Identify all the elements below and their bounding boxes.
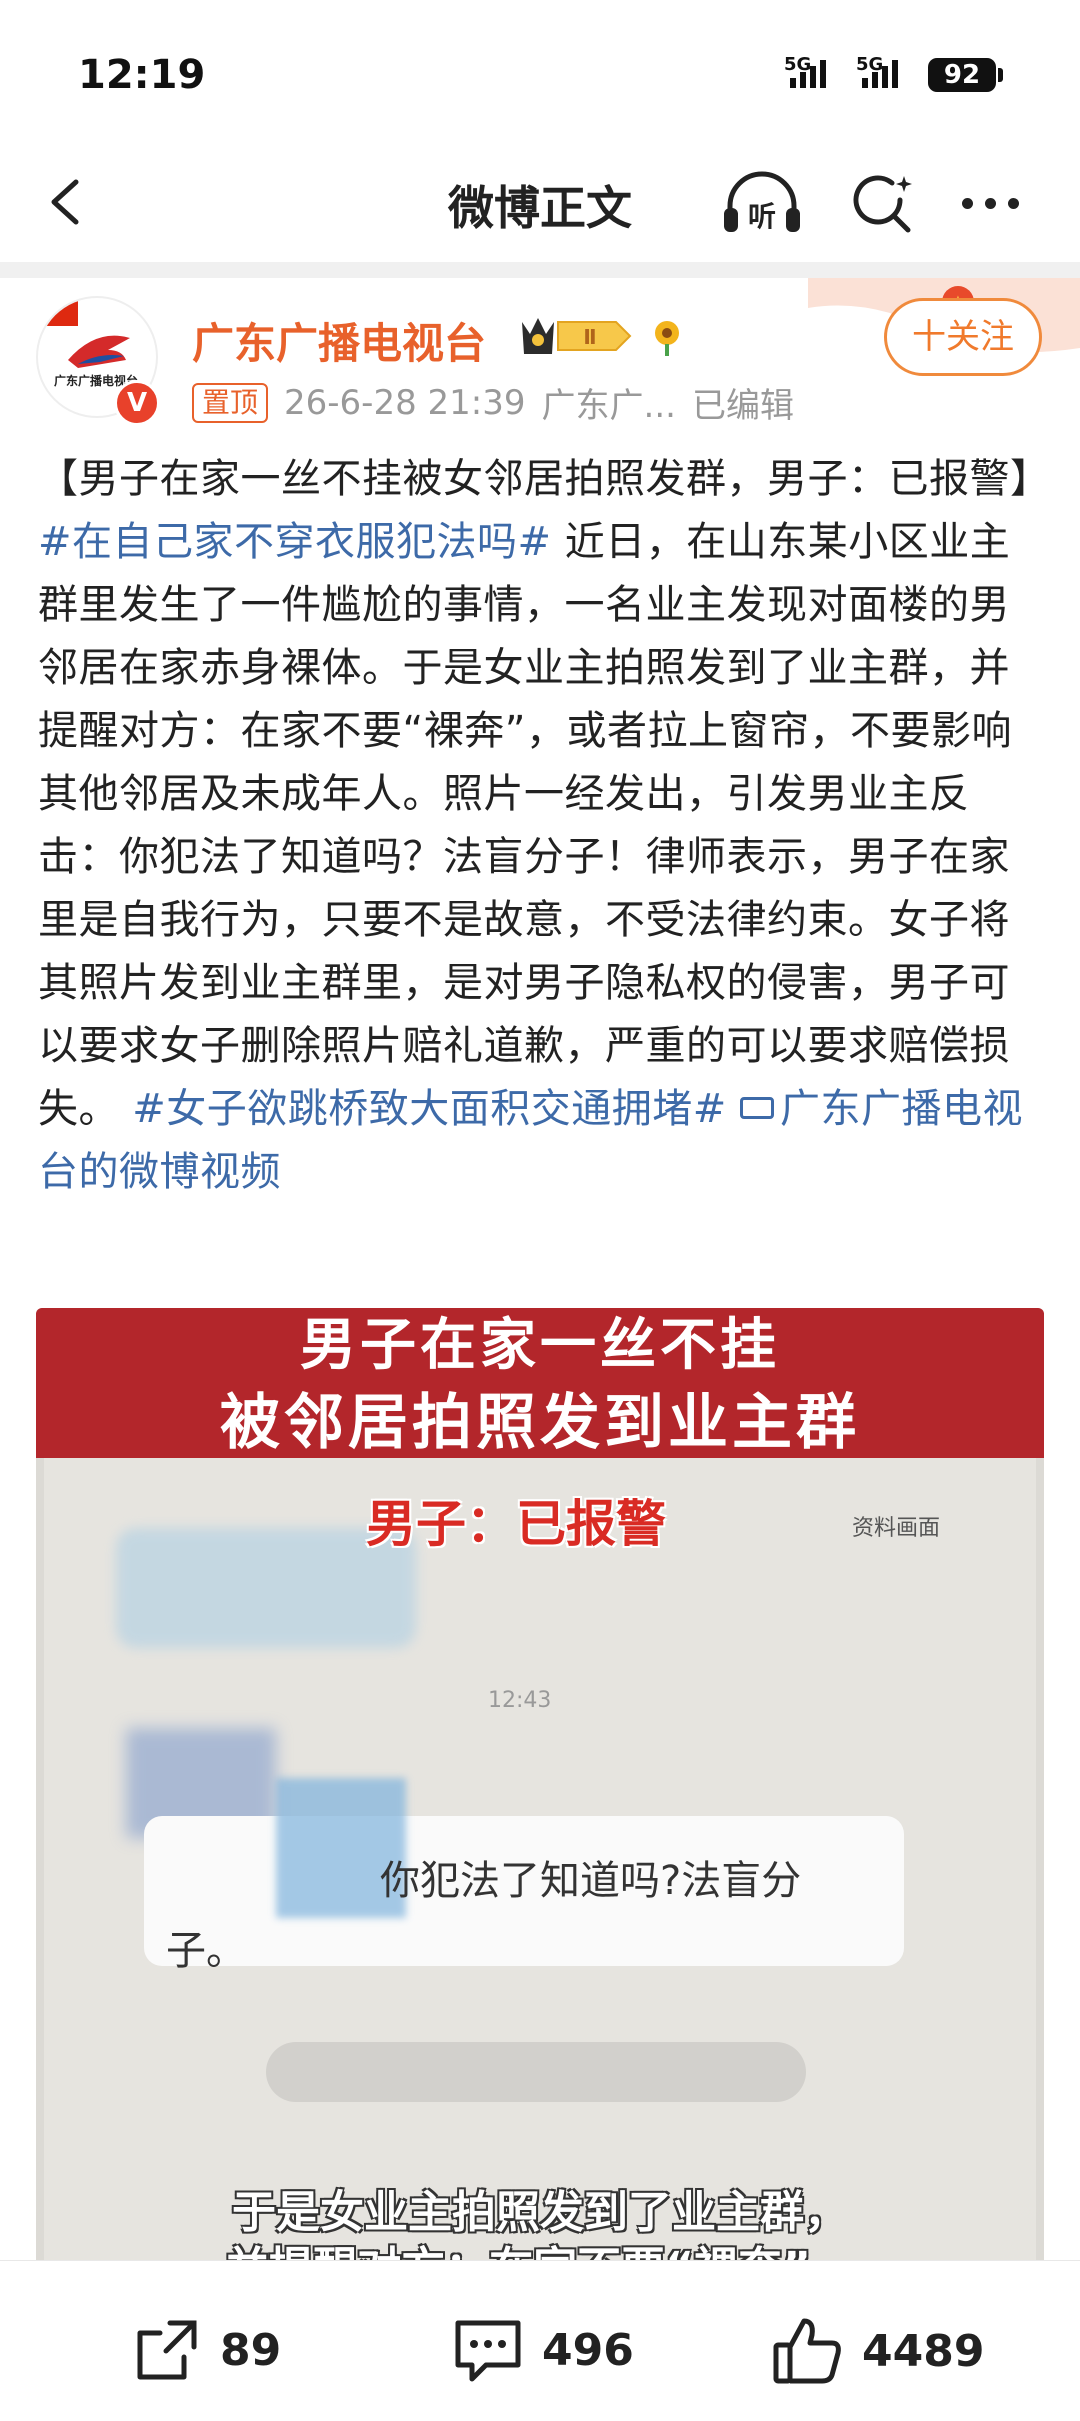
level-label: Ⅱ — [583, 325, 596, 349]
edited-label[interactable]: 已编辑 — [692, 378, 794, 427]
video-player[interactable]: 男子在家一丝不挂 被邻居拍照发到业主群 男子：已报警 资料画面 12:43 你犯… — [36, 1308, 1044, 2420]
post-text-1: 【男子在家一丝不挂被女邻居拍照发群，男子：已报警】 — [38, 456, 1051, 502]
video-headline-2: 被邻居拍照发到业主群 — [220, 1388, 860, 1458]
svg-text:★: ★ — [44, 301, 55, 315]
hashtag-link-1[interactable]: #在自己家不穿衣服犯法吗# — [38, 519, 552, 565]
video-subtitle: 男子：已报警 — [366, 1495, 666, 1553]
post-meta: 置顶 26-6-28 21:39 广东广... 已编辑 — [192, 378, 794, 427]
video-headline-1: 男子在家一丝不挂 — [300, 1313, 780, 1378]
post-source: 广东广... — [541, 386, 676, 426]
author-name[interactable]: 广东广播电视台 — [192, 310, 486, 371]
sunflower-icon — [655, 321, 679, 356]
status-time: 12:19 — [78, 52, 206, 98]
post-text-2: 近日，在山东某小区业主群里发生了一件尴尬的事情，一名业主发现对面楼的男邻居在家赤… — [38, 519, 1012, 1132]
chat-text-2: 子。 — [166, 1928, 246, 1974]
battery-tip — [998, 68, 1003, 82]
thumbs-up-icon — [773, 2318, 841, 2384]
video-banner: 男子在家一丝不挂 被邻居拍照发到业主群 — [36, 1308, 1044, 1458]
follow-button[interactable]: 十关注 — [884, 298, 1042, 376]
repost-button[interactable]: 89 — [130, 2313, 281, 2387]
chat-timestamp: 12:43 — [488, 1688, 552, 1713]
crown-level-icon: Ⅱ — [522, 318, 632, 354]
search-icon[interactable] — [848, 170, 916, 238]
like-button[interactable]: 4489 — [770, 2313, 984, 2389]
post-date: 26-6-28 21:39 — [284, 382, 526, 423]
listen-headphone-icon[interactable]: 听 — [720, 168, 804, 240]
signal-icon-1 — [790, 60, 826, 88]
video-source-note: 资料画面 — [852, 1516, 941, 1541]
hashtag-link-2[interactable]: #女子欲跳桥致大面积交通拥堵# — [132, 1086, 727, 1132]
chat-text-1: 你犯法了知道吗?法盲分 — [380, 1858, 802, 1904]
post-body: 【男子在家一丝不挂被女邻居拍照发群，男子：已报警】 #在自己家不穿衣服犯法吗# 近… — [38, 448, 1051, 1204]
nav-bar: 微博正文 听 — [0, 140, 1080, 260]
like-count: 4489 — [862, 2325, 985, 2377]
video-caption-1: 于是女业主拍照发到了业主群， — [232, 2187, 848, 2238]
more-dots-icon[interactable] — [962, 198, 1019, 209]
video-camera-icon — [739, 1097, 774, 1119]
signal-icon-2 — [862, 60, 898, 88]
comment-icon — [455, 2320, 521, 2382]
share-icon — [137, 2320, 197, 2380]
chat-system-pill — [266, 2042, 806, 2102]
status-bar: 12:19 5G 5G 92 — [0, 0, 1080, 140]
repost-count: 89 — [220, 2324, 282, 2376]
divider — [0, 262, 1080, 278]
action-bar: 89 496 4489 — [0, 2260, 1080, 2421]
verified-badge: V — [114, 380, 160, 426]
comment-count: 496 — [542, 2324, 634, 2376]
listen-label: 听 — [748, 200, 776, 233]
pinned-badge: 置顶 — [192, 382, 269, 423]
battery-icon: 92 — [928, 58, 996, 92]
comment-button[interactable]: 496 — [450, 2313, 634, 2387]
page-title: 微博正文 — [448, 181, 632, 235]
